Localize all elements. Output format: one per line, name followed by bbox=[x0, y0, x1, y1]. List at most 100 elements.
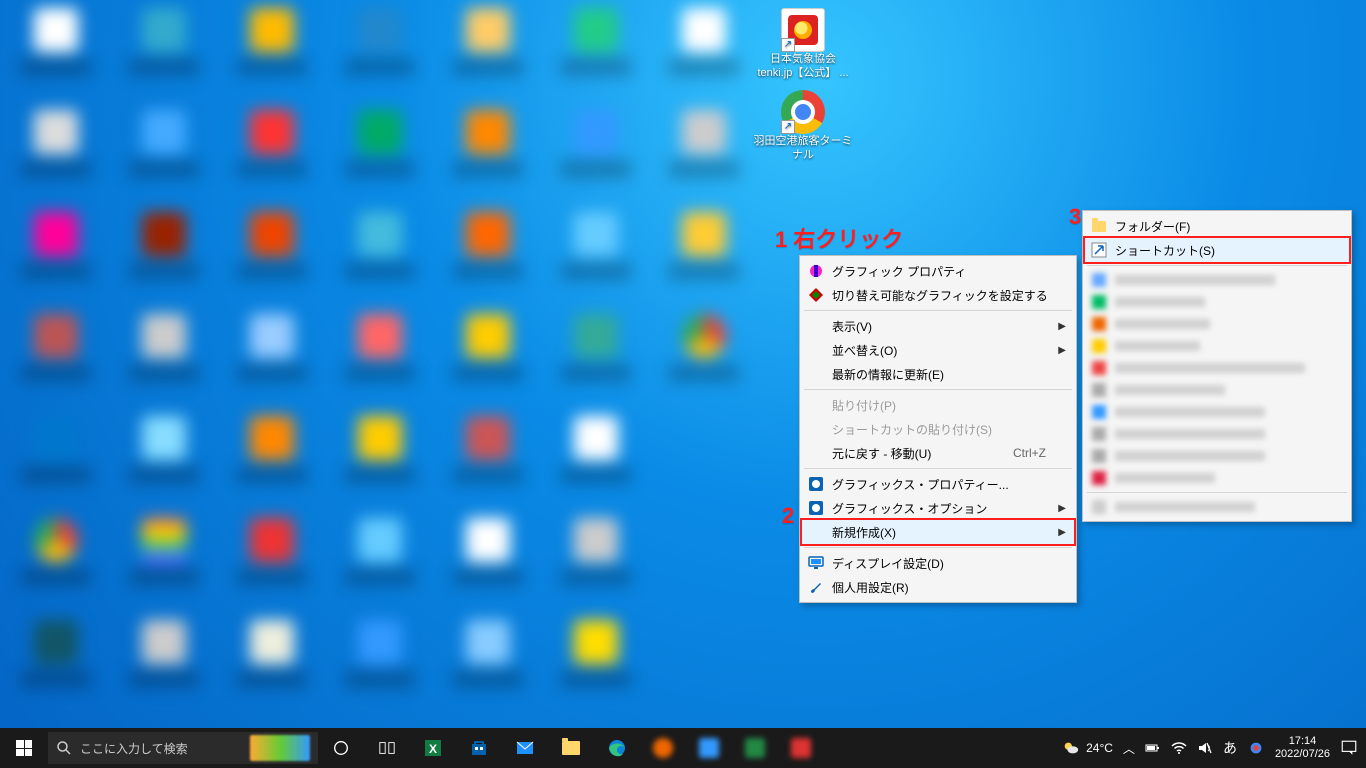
windows-logo-icon bbox=[16, 740, 32, 756]
menu-label: 最新の情報に更新(E) bbox=[832, 366, 944, 383]
assistant-tray-icon[interactable] bbox=[1247, 739, 1265, 757]
menu-refresh[interactable]: 最新の情報に更新(E) bbox=[802, 362, 1074, 386]
submenu-blurred-item[interactable] bbox=[1085, 467, 1349, 489]
clock-time: 17:14 bbox=[1275, 735, 1330, 748]
task-view-button[interactable] bbox=[364, 728, 410, 768]
excel-button[interactable]: X bbox=[410, 728, 456, 768]
menu-label: 個人用設定(R) bbox=[832, 579, 909, 596]
shortcut-overlay-icon: ↗ bbox=[781, 38, 795, 52]
chevron-right-icon: ▶ bbox=[1058, 321, 1066, 332]
menu-separator bbox=[804, 468, 1072, 469]
menu-paste-shortcut: ショートカットの貼り付け(S) bbox=[802, 417, 1074, 441]
annotation-3: 3 bbox=[1069, 204, 1081, 230]
desktop-icon-label: tenki.jp【公式】 ... bbox=[757, 66, 848, 80]
intel-blue-icon bbox=[808, 476, 824, 492]
menu-label: 表示(V) bbox=[832, 318, 872, 335]
submenu-folder[interactable]: フォルダー(F) bbox=[1085, 214, 1349, 238]
pinned-app-button[interactable] bbox=[778, 728, 824, 768]
menu-label: 並べ替え(O) bbox=[832, 342, 897, 359]
submenu-blurred-item[interactable] bbox=[1085, 269, 1349, 291]
chevron-right-icon: ▶ bbox=[1058, 345, 1066, 356]
svg-text:X: X bbox=[429, 742, 437, 756]
menu-paste: 貼り付け(P) bbox=[802, 393, 1074, 417]
submenu-blurred-item[interactable] bbox=[1085, 357, 1349, 379]
submenu-blurred-item[interactable] bbox=[1085, 496, 1349, 518]
shortcut-overlay-icon: ↗ bbox=[781, 120, 795, 134]
intel-blue-icon bbox=[808, 500, 824, 516]
menu-separator bbox=[1087, 265, 1347, 266]
menu-view[interactable]: 表示(V) ▶ bbox=[802, 314, 1074, 338]
menu-new[interactable]: 新規作成(X) ▶ bbox=[802, 520, 1074, 544]
pinned-app-button[interactable] bbox=[686, 728, 732, 768]
context-menu[interactable]: グラフィック プロパティ 切り替え可能なグラフィックを設定する 表示(V) ▶ … bbox=[799, 255, 1077, 603]
battery-icon[interactable] bbox=[1145, 740, 1161, 756]
annotation-1: 1 右クリック bbox=[775, 222, 903, 254]
ime-indicator[interactable]: あ bbox=[1223, 738, 1237, 758]
search-placeholder: ここに入力して検索 bbox=[80, 740, 188, 757]
desktop-icon-tenki[interactable]: ↗ 日本気象協会 tenki.jp【公式】 ... bbox=[748, 8, 858, 80]
desktop-icon-label: 羽田空港旅客ターミ bbox=[754, 134, 853, 148]
chevron-right-icon: ▶ bbox=[1058, 503, 1066, 514]
menu-separator bbox=[804, 389, 1072, 390]
system-tray: 24°C ︿ あ 17:14 2022/07/26 bbox=[1054, 735, 1366, 761]
menu-label: 切り替え可能なグラフィックを設定する bbox=[832, 287, 1048, 304]
shortcut-icon bbox=[1091, 242, 1107, 258]
search-icon bbox=[56, 740, 72, 756]
menu-sort[interactable]: 並べ替え(O) ▶ bbox=[802, 338, 1074, 362]
edge-button[interactable] bbox=[594, 728, 640, 768]
weather-temp: 24°C bbox=[1086, 741, 1113, 755]
menu-label: ディスプレイ設定(D) bbox=[832, 555, 944, 572]
mail-button[interactable] bbox=[502, 728, 548, 768]
menu-graphics-properties2[interactable]: グラフィックス・プロパティー... bbox=[802, 472, 1074, 496]
submenu-blurred-item[interactable] bbox=[1085, 313, 1349, 335]
menu-label: グラフィックス・オプション bbox=[832, 500, 987, 517]
start-button[interactable] bbox=[0, 728, 48, 768]
submenu-blurred-item[interactable] bbox=[1085, 445, 1349, 467]
menu-separator bbox=[1087, 492, 1347, 493]
menu-accelerator: Ctrl+Z bbox=[1013, 446, 1046, 460]
menu-label: ショートカットの貼り付け(S) bbox=[832, 421, 992, 438]
pinned-app-button[interactable] bbox=[732, 728, 778, 768]
menu-label: グラフィックス・プロパティー... bbox=[832, 476, 1009, 493]
tray-overflow-button[interactable]: ︿ bbox=[1123, 740, 1135, 757]
pinned-app-button[interactable] bbox=[640, 728, 686, 768]
context-submenu-new[interactable]: フォルダー(F) ショートカット(S) bbox=[1082, 210, 1352, 522]
submenu-blurred-item[interactable] bbox=[1085, 291, 1349, 313]
desktop-icon-haneda[interactable]: ↗ 羽田空港旅客ターミ ナル bbox=[748, 90, 858, 162]
submenu-blurred-item[interactable] bbox=[1085, 401, 1349, 423]
menu-label: グラフィック プロパティ bbox=[832, 263, 966, 280]
menu-undo[interactable]: 元に戻す - 移動(U) Ctrl+Z bbox=[802, 441, 1074, 465]
action-center-icon[interactable] bbox=[1340, 739, 1358, 757]
submenu-blurred-item[interactable] bbox=[1085, 379, 1349, 401]
explorer-button[interactable] bbox=[548, 728, 594, 768]
desktop-icon-label: ナル bbox=[792, 148, 814, 162]
menu-personalize[interactable]: 個人用設定(R) bbox=[802, 575, 1074, 599]
taskbar-search[interactable]: ここに入力して検索 bbox=[48, 732, 318, 764]
volume-icon[interactable] bbox=[1197, 740, 1213, 756]
annotation-2: 2 bbox=[782, 503, 794, 529]
cortana-circle-button[interactable] bbox=[318, 728, 364, 768]
monitor-icon bbox=[808, 555, 824, 571]
weather-icon bbox=[1062, 739, 1080, 757]
taskbar[interactable]: ここに入力して検索 X 24°C ︿ あ 17:14 2022/07/26 bbox=[0, 728, 1366, 768]
intel-icon bbox=[808, 263, 824, 279]
submenu-shortcut[interactable]: ショートカット(S) bbox=[1085, 238, 1349, 262]
search-highlight-icon bbox=[250, 735, 310, 761]
store-button[interactable] bbox=[456, 728, 502, 768]
wifi-icon[interactable] bbox=[1171, 740, 1187, 756]
menu-label: 新規作成(X) bbox=[832, 524, 896, 541]
menu-separator bbox=[804, 547, 1072, 548]
menu-graphics-properties[interactable]: グラフィック プロパティ bbox=[802, 259, 1074, 283]
menu-graphics-options[interactable]: グラフィックス・オプション ▶ bbox=[802, 496, 1074, 520]
taskbar-clock[interactable]: 17:14 2022/07/26 bbox=[1275, 735, 1330, 761]
menu-switchable-graphics[interactable]: 切り替え可能なグラフィックを設定する bbox=[802, 283, 1074, 307]
weather-widget[interactable]: 24°C bbox=[1062, 739, 1113, 757]
desktop-icon-label: 日本気象協会 bbox=[770, 52, 836, 66]
menu-label: 貼り付け(P) bbox=[832, 397, 896, 414]
menu-label: ショートカット(S) bbox=[1115, 242, 1215, 259]
desktop-icons-column: ↗ 日本気象協会 tenki.jp【公式】 ... ↗ 羽田空港旅客ターミ ナル bbox=[748, 8, 858, 162]
brush-icon bbox=[808, 579, 824, 595]
submenu-blurred-item[interactable] bbox=[1085, 423, 1349, 445]
menu-display-settings[interactable]: ディスプレイ設定(D) bbox=[802, 551, 1074, 575]
submenu-blurred-item[interactable] bbox=[1085, 335, 1349, 357]
